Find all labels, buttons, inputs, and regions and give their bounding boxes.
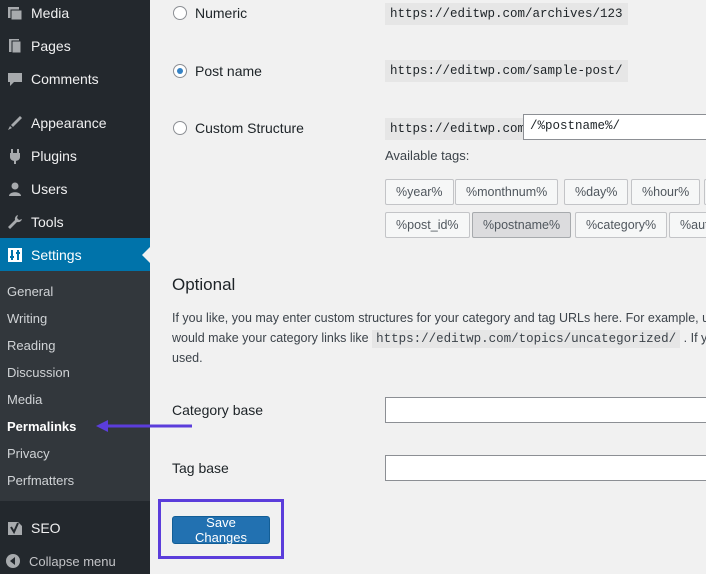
- submenu-general[interactable]: General: [7, 284, 53, 299]
- tag-monthnum[interactable]: %monthnum%: [455, 179, 559, 205]
- media-icon: [5, 3, 25, 23]
- save-changes-button[interactable]: Save Changes: [172, 515, 270, 545]
- menu-appearance[interactable]: Appearance: [0, 106, 150, 139]
- pages-icon: [5, 36, 25, 56]
- menu-plugins-label: Plugins: [31, 147, 77, 164]
- menu-settings-label: Settings: [31, 246, 82, 263]
- menu-appearance-label: Appearance: [31, 114, 107, 131]
- tag-base-label: Tag base: [172, 460, 229, 476]
- collapse-menu[interactable]: Collapse menu: [0, 548, 150, 574]
- tag-post-id[interactable]: %post_id%: [385, 212, 470, 238]
- settings-icon: [5, 245, 25, 265]
- optional-description-line3: used.: [172, 351, 203, 365]
- submenu-privacy[interactable]: Privacy: [7, 446, 50, 461]
- submenu-reading[interactable]: Reading: [7, 338, 55, 353]
- users-icon: [5, 179, 25, 199]
- tag-hour[interactable]: %hour%: [631, 179, 701, 205]
- menu-users[interactable]: Users: [0, 172, 150, 205]
- seo-icon: [5, 518, 25, 538]
- tag-category[interactable]: %category%: [575, 212, 668, 238]
- line2-post: . If you l: [683, 331, 706, 345]
- option-post-name-label: Post name: [195, 63, 262, 79]
- menu-settings[interactable]: Settings: [0, 238, 150, 271]
- option-custom-structure[interactable]: Custom Structure: [173, 120, 304, 136]
- submenu-perfmatters[interactable]: Perfmatters: [7, 473, 74, 488]
- radio-post-name[interactable]: [173, 64, 187, 78]
- radio-numeric[interactable]: [173, 6, 187, 20]
- tag-day[interactable]: %day%: [564, 179, 629, 205]
- menu-tools[interactable]: Tools: [0, 205, 150, 238]
- menu-seo-label: SEO: [31, 519, 61, 536]
- optional-heading: Optional: [172, 275, 236, 294]
- custom-structure-prefix: https://editwp.com: [385, 118, 531, 140]
- plugins-icon: [5, 146, 25, 166]
- custom-structure-input[interactable]: /%postname%/: [523, 114, 706, 140]
- menu-comments[interactable]: Comments: [0, 62, 150, 95]
- option-custom-structure-label: Custom Structure: [195, 120, 304, 136]
- menu-pages-label: Pages: [31, 37, 71, 54]
- category-base-input[interactable]: [385, 397, 706, 423]
- tag-author-partial[interactable]: %aut: [669, 212, 706, 238]
- menu-comments-label: Comments: [31, 70, 99, 87]
- menu-seo[interactable]: SEO: [0, 511, 150, 544]
- category-url-example: https://editwp.com/topics/uncategorized/: [372, 330, 681, 348]
- optional-description-line1: If you like, you may enter custom struct…: [172, 311, 706, 325]
- active-indicator: [142, 246, 150, 263]
- settings-submenu: General Writing Reading Discussion Media…: [0, 271, 150, 501]
- submenu-media[interactable]: Media: [7, 392, 42, 407]
- optional-description-line2: would make your category links like http…: [172, 330, 706, 348]
- comments-icon: [5, 69, 25, 89]
- tools-icon: [5, 212, 25, 232]
- numeric-example: https://editwp.com/archives/123: [385, 3, 628, 25]
- submenu-writing[interactable]: Writing: [7, 311, 47, 326]
- tag-postname[interactable]: %postname%: [472, 212, 572, 238]
- option-post-name[interactable]: Post name: [173, 63, 262, 79]
- tag-year[interactable]: %year%: [385, 179, 454, 205]
- option-numeric[interactable]: Numeric: [173, 5, 247, 21]
- menu-pages[interactable]: Pages: [0, 29, 150, 62]
- admin-sidebar: Media Pages Comments Appearance Plugins …: [0, 0, 150, 574]
- radio-custom-structure[interactable]: [173, 121, 187, 135]
- collapse-menu-label: Collapse menu: [29, 553, 116, 569]
- submenu-discussion[interactable]: Discussion: [7, 365, 70, 380]
- available-tags-label: Available tags:: [385, 148, 470, 163]
- collapse-arrow-icon: [5, 553, 21, 569]
- permalink-settings: Numeric https://editwp.com/archives/123 …: [150, 0, 706, 574]
- category-base-label: Category base: [172, 402, 264, 418]
- appearance-icon: [5, 113, 25, 133]
- option-numeric-label: Numeric: [195, 5, 248, 21]
- menu-media[interactable]: Media: [0, 0, 150, 29]
- menu-plugins[interactable]: Plugins: [0, 139, 150, 172]
- tag-base-input[interactable]: [385, 455, 706, 481]
- line2-pre: would make your category links like: [172, 331, 369, 345]
- menu-tools-label: Tools: [31, 213, 64, 230]
- post-name-example: https://editwp.com/sample-post/: [385, 60, 628, 82]
- menu-media-label: Media: [31, 4, 70, 21]
- menu-users-label: Users: [31, 180, 68, 197]
- submenu-permalinks[interactable]: Permalinks: [7, 419, 76, 434]
